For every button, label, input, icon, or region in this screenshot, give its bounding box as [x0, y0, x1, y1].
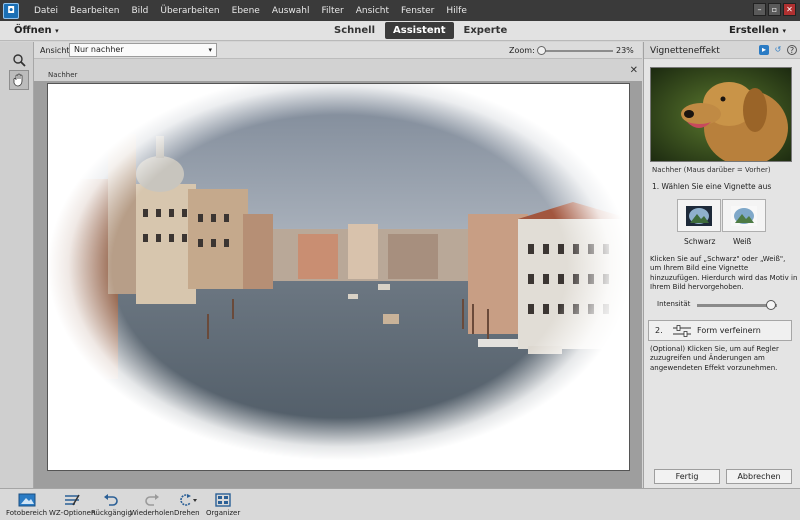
step2-number: 2.: [655, 326, 663, 335]
vignette-black-button[interactable]: [677, 199, 721, 232]
intensity-slider-thumb[interactable]: [765, 300, 776, 310]
menu-ansicht[interactable]: Ansicht: [350, 6, 395, 16]
document-label: Nachher: [48, 71, 78, 79]
rotate-icon: [180, 493, 197, 506]
mode-bar: Öffnen ▾ Schnell Assistent Experte Erste…: [0, 21, 800, 41]
view-select-value: Nur nachher: [74, 45, 124, 54]
undo-icon: [104, 493, 119, 506]
help-icon[interactable]: ?: [787, 45, 797, 55]
view-select[interactable]: Nur nachher ▾: [69, 43, 217, 57]
create-label: Erstellen: [728, 25, 779, 36]
intensity-label: Intensität: [657, 300, 691, 308]
reset-icon[interactable]: ↺: [773, 45, 783, 55]
refine-shape-button[interactable]: 2. Form verfeinern: [648, 320, 792, 341]
chevron-down-icon: ▾: [55, 27, 59, 35]
menu-ueberarbeiten[interactable]: Überarbeiten: [154, 6, 225, 16]
tab-assistent[interactable]: Assistent: [385, 22, 454, 39]
venice-photo: [48, 84, 629, 470]
tool-options-icon: [65, 494, 80, 505]
document-header: Nachher ✕: [34, 59, 642, 81]
menu-hilfe[interactable]: Hilfe: [440, 6, 472, 16]
vignette-white-icon: [731, 205, 757, 226]
document-close-icon[interactable]: ✕: [630, 65, 638, 76]
menu-filter[interactable]: Filter: [315, 6, 349, 16]
mode-tabs: Schnell Assistent Experte: [326, 22, 515, 39]
menu-datei[interactable]: Datei: [22, 6, 64, 16]
zoom-value: 23%: [616, 46, 634, 55]
organizer-label: Organizer: [206, 509, 241, 517]
zoom-slider-thumb[interactable]: [537, 46, 546, 55]
create-button[interactable]: Erstellen ▾: [729, 25, 786, 36]
hand-icon: [13, 73, 23, 87]
minimize-icon[interactable]: –: [753, 3, 766, 16]
rotate-button[interactable]: Drehen: [174, 491, 200, 517]
hand-tool[interactable]: [9, 70, 29, 90]
zoom-tool[interactable]: [9, 50, 29, 70]
tool-options-bar: Ansicht: Nur nachher ▾ Zoom: 23%: [34, 42, 642, 59]
redo-button[interactable]: Wiederholen: [130, 491, 174, 517]
refine-description: (Optional) Klicken Sie, um auf Regler zu…: [650, 345, 779, 372]
close-icon[interactable]: ✕: [783, 3, 796, 16]
photo-bin-button[interactable]: Fotobereich: [6, 491, 47, 517]
zoom-label: Zoom:: [509, 46, 535, 55]
vignette-description: Klicken Sie auf „Schwarz" oder „Weiß", u…: [650, 255, 798, 291]
photo-bin-label: Fotobereich: [6, 509, 48, 517]
taskbar: Fotobereich WZ-Optionen Rückgängig Wiede…: [0, 488, 800, 520]
organizer-button[interactable]: Organizer: [206, 491, 240, 517]
redo-label: Wiederholen: [130, 509, 174, 517]
tool-options-button[interactable]: WZ-Optionen: [49, 491, 95, 517]
view-label: Ansicht:: [40, 46, 73, 55]
step1-label: 1. Wählen Sie eine Vignette aus: [652, 182, 772, 191]
open-label: Öffnen: [14, 25, 52, 36]
play-icon[interactable]: ▸: [759, 45, 769, 55]
dog-preview-image: [651, 68, 791, 161]
organizer-icon: [215, 492, 231, 507]
vignette-white-label: Weiß: [733, 237, 752, 246]
chevron-down-icon: ▾: [782, 27, 786, 35]
tab-schnell[interactable]: Schnell: [326, 22, 383, 39]
panel-header-icons: ▸ ↺ ?: [759, 45, 797, 55]
step2-label: Form verfeinern: [697, 326, 761, 335]
preview-thumbnail[interactable]: [650, 67, 792, 162]
menu-bild[interactable]: Bild: [125, 6, 154, 16]
photo-bin-icon: [18, 493, 36, 506]
undo-button[interactable]: Rückgängig: [91, 491, 132, 517]
menu-bearbeiten[interactable]: Bearbeiten: [64, 6, 125, 16]
rotate-label: Drehen: [174, 509, 200, 517]
maximize-icon[interactable]: ▫: [768, 3, 781, 16]
intensity-slider[interactable]: [697, 300, 777, 310]
app-logo: ◘: [0, 0, 22, 21]
undo-label: Rückgängig: [91, 509, 132, 517]
tab-experte[interactable]: Experte: [456, 22, 516, 39]
done-button[interactable]: Fertig: [654, 469, 720, 484]
zoom-slider[interactable]: [537, 46, 613, 55]
window-controls: – ▫ ✕: [753, 3, 796, 16]
sliders-icon: [673, 325, 691, 337]
app-logo-icon: ◘: [3, 2, 19, 19]
guided-panel: Vignetteneffekt ▸ ↺ ? Nachher (Maus darü: [643, 42, 800, 488]
chevron-down-icon: ▾: [208, 46, 212, 54]
vignette-black-icon: [686, 205, 712, 226]
tool-column: [0, 42, 34, 488]
menu-bar: ◘ Datei Bearbeiten Bild Überarbeiten Ebe…: [0, 0, 800, 21]
vignette-white-button[interactable]: [722, 199, 766, 232]
menu-ebene[interactable]: Ebene: [226, 6, 266, 16]
tool-options-label: WZ-Optionen: [49, 509, 96, 517]
redo-icon: [145, 493, 159, 506]
cancel-button[interactable]: Abbrechen: [726, 469, 792, 484]
menu-fenster[interactable]: Fenster: [395, 6, 440, 16]
photo-canvas[interactable]: [47, 83, 630, 471]
menu-auswahl[interactable]: Auswahl: [266, 6, 316, 16]
magnifier-icon: [13, 54, 26, 67]
vignette-black-label: Schwarz: [684, 237, 716, 246]
preview-caption: Nachher (Maus darüber = Vorher): [652, 166, 771, 174]
open-button[interactable]: Öffnen ▾: [14, 25, 59, 36]
canvas-area: Nachher ✕: [34, 59, 642, 488]
panel-title: Vignetteneffekt: [650, 46, 720, 56]
panel-header: Vignetteneffekt ▸ ↺ ?: [644, 42, 800, 59]
